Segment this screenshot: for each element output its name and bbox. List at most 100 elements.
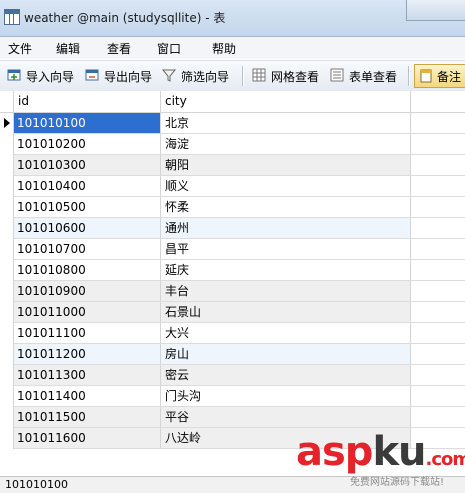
cell-city[interactable]: 朝阳 <box>161 155 411 175</box>
note-icon <box>420 69 432 83</box>
table-row[interactable]: 101010400 顺义 <box>0 176 465 197</box>
column-header-id[interactable]: id <box>14 91 161 112</box>
column-header-city[interactable]: city <box>161 91 411 112</box>
row-indicator[interactable] <box>0 218 14 239</box>
form-icon <box>330 68 344 82</box>
menu-file[interactable]: 文件 <box>8 40 32 57</box>
table-row[interactable]: 101011300 密云 <box>0 365 465 386</box>
row-indicator[interactable] <box>0 428 14 449</box>
row-indicator[interactable] <box>0 197 14 218</box>
table-row[interactable]: 101011500 平谷 <box>0 407 465 428</box>
cell-id[interactable]: 101010900 <box>14 281 161 301</box>
row-indicator[interactable] <box>0 323 14 344</box>
filter-wizard-label: 筛选向导 <box>181 70 230 84</box>
cell-id[interactable]: 101011200 <box>14 344 161 364</box>
import-icon <box>7 69 21 81</box>
cell-city[interactable]: 丰台 <box>161 281 411 301</box>
watermark-brand-dark: ku <box>372 429 426 475</box>
watermark-suffix: .com <box>425 449 465 470</box>
menu-edit[interactable]: 编辑 <box>56 40 80 57</box>
note-button[interactable]: 备注 <box>414 64 465 88</box>
table-row[interactable]: 101011000 石景山 <box>0 302 465 323</box>
table-row[interactable]: 101010700 昌平 <box>0 239 465 260</box>
cell-city[interactable]: 大兴 <box>161 323 411 343</box>
grid-icon <box>252 68 266 82</box>
table-row[interactable]: 101011100 大兴 <box>0 323 465 344</box>
table-row[interactable]: 101010300 朝阳 <box>0 155 465 176</box>
row-indicator-header <box>0 91 14 112</box>
window-title: weather @main (studysqllite) - 表 <box>24 11 226 25</box>
export-wizard-label: 导出向导 <box>104 70 153 84</box>
cell-city[interactable]: 海淀 <box>161 134 411 154</box>
title-bar: weather @main (studysqllite) - 表 <box>0 0 465 37</box>
row-indicator[interactable] <box>0 344 14 365</box>
row-indicator[interactable] <box>0 302 14 323</box>
cell-id[interactable]: 101011300 <box>14 365 161 385</box>
cell-id[interactable]: 101010200 <box>14 134 161 154</box>
table-row[interactable]: 101010500 怀柔 <box>0 197 465 218</box>
export-wizard-button[interactable]: 导出向导 <box>85 67 157 85</box>
grid-view-label: 网格查看 <box>271 70 320 84</box>
row-indicator[interactable] <box>0 260 14 281</box>
table-row[interactable]: 101011200 房山 <box>0 344 465 365</box>
cell-city[interactable]: 通州 <box>161 218 411 238</box>
cell-id[interactable]: 101011500 <box>14 407 161 427</box>
cell-city[interactable]: 密云 <box>161 365 411 385</box>
table-row[interactable]: 101010800 延庆 <box>0 260 465 281</box>
table-row[interactable]: 101010200 海淀 <box>0 134 465 155</box>
row-indicator[interactable] <box>0 365 14 386</box>
cell-id[interactable]: 101010500 <box>14 197 161 217</box>
import-wizard-label: 导入向导 <box>26 70 75 84</box>
current-row-arrow-icon[interactable] <box>0 113 14 134</box>
cell-city[interactable]: 平谷 <box>161 407 411 427</box>
cell-id[interactable]: 101011600 <box>14 428 161 448</box>
cell-city[interactable]: 怀柔 <box>161 197 411 217</box>
cell-id[interactable]: 101010300 <box>14 155 161 175</box>
grid-rows: 101010100 北京 101010200 海淀 101010300 朝阳 1010104… <box>0 113 465 449</box>
row-indicator[interactable] <box>0 239 14 260</box>
table-row[interactable]: 101011400 门头沟 <box>0 386 465 407</box>
window-controls[interactable] <box>406 0 465 21</box>
grid-view-button[interactable]: 网格查看 <box>252 67 324 85</box>
row-indicator[interactable] <box>0 407 14 428</box>
watermark-logo: aspku.com 免费网站源码下载站! <box>296 429 465 488</box>
menu-help[interactable]: 帮助 <box>212 40 236 57</box>
note-label: 备注 <box>437 70 462 84</box>
cell-id[interactable]: 101010400 <box>14 176 161 196</box>
row-indicator[interactable] <box>0 176 14 197</box>
cell-id[interactable]: 101010700 <box>14 239 161 259</box>
form-view-label: 表单查看 <box>349 70 398 84</box>
form-view-button[interactable]: 表单查看 <box>330 67 402 85</box>
table-icon <box>4 9 20 25</box>
cell-id[interactable]: 101010800 <box>14 260 161 280</box>
table-row[interactable]: 101010600 通州 <box>0 218 465 239</box>
import-wizard-button[interactable]: 导入向导 <box>7 67 79 85</box>
table-row[interactable]: 101010900 丰台 <box>0 281 465 302</box>
cell-city[interactable]: 延庆 <box>161 260 411 280</box>
cell-id[interactable]: 101011100 <box>14 323 161 343</box>
watermark-brand-red: asp <box>296 429 373 475</box>
cell-id[interactable]: 101010600 <box>14 218 161 238</box>
row-indicator[interactable] <box>0 386 14 407</box>
row-indicator[interactable] <box>0 155 14 176</box>
cell-city[interactable]: 房山 <box>161 344 411 364</box>
cell-city[interactable]: 昌平 <box>161 239 411 259</box>
row-indicator[interactable] <box>0 134 14 155</box>
menu-view[interactable]: 查看 <box>107 40 131 57</box>
cell-city[interactable]: 顺义 <box>161 176 411 196</box>
cell-id[interactable]: 101011000 <box>14 302 161 322</box>
cell-city[interactable]: 北京 <box>161 113 411 133</box>
toolbar-separator <box>242 66 244 86</box>
status-value: 101010100 <box>5 478 68 491</box>
cell-id[interactable]: 101010100 <box>14 113 161 133</box>
filter-wizard-button[interactable]: 筛选向导 <box>162 67 234 85</box>
row-indicator[interactable] <box>0 281 14 302</box>
cell-city[interactable]: 门头沟 <box>161 386 411 406</box>
menu-window[interactable]: 窗口 <box>157 40 181 57</box>
table-row[interactable]: 101010100 北京 <box>0 113 465 134</box>
cell-id[interactable]: 101011400 <box>14 386 161 406</box>
menu-bar: 文件 编辑 查看 窗口 帮助 <box>0 37 465 59</box>
cell-city[interactable]: 石景山 <box>161 302 411 322</box>
data-grid[interactable]: id city 101010100 北京 101010200 海淀 101010300 朝… <box>0 91 465 476</box>
watermark-tagline: 免费网站源码下载站! <box>350 477 445 488</box>
